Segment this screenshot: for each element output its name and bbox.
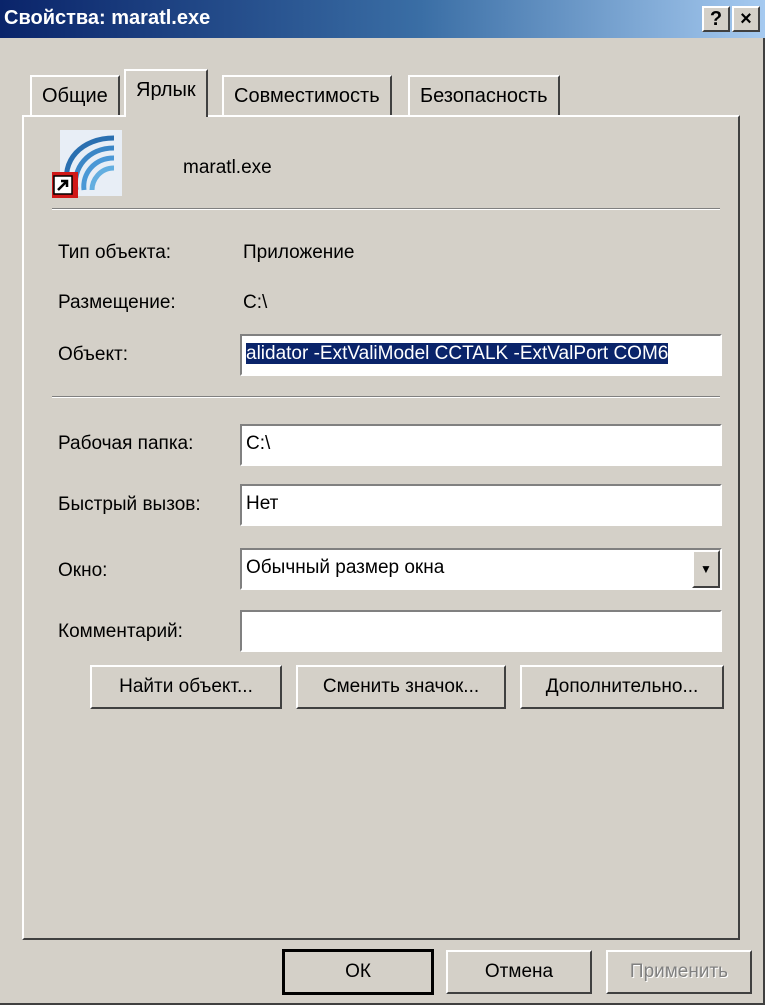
object-type-label: Тип объекта: bbox=[58, 242, 172, 263]
tab-general-label: Общие bbox=[42, 85, 108, 107]
ok-button[interactable]: ОК bbox=[282, 949, 434, 995]
advanced-label: Дополнительно... bbox=[545, 676, 699, 697]
tab-shortcut-label: Ярлык bbox=[136, 79, 196, 101]
apply-label: Применить bbox=[629, 961, 729, 982]
dropdown-arrow-button[interactable]: ▼ bbox=[692, 550, 720, 588]
target-value: alidator -ExtValiModel CCTALK -ExtValPor… bbox=[246, 343, 669, 364]
shortcut-tab-panel bbox=[22, 115, 740, 940]
tab-compatibility[interactable]: Совместимость bbox=[222, 75, 392, 115]
cancel-button[interactable]: Отмена bbox=[446, 950, 592, 994]
workdir-value: C:\ bbox=[246, 433, 271, 454]
tab-compatibility-label: Совместимость bbox=[234, 85, 380, 107]
shortcut-name: maratl.exe bbox=[183, 157, 272, 178]
ok-label: ОК bbox=[345, 961, 371, 982]
properties-dialog: Свойства: maratl.exe ? × Общие Ярлык Сов… bbox=[0, 0, 765, 1005]
change-icon-button[interactable]: Сменить значок... bbox=[296, 665, 506, 709]
question-icon: ? bbox=[709, 8, 723, 30]
tab-security[interactable]: Безопасность bbox=[408, 75, 560, 115]
chevron-down-icon: ▼ bbox=[700, 562, 712, 576]
apply-button[interactable]: Применить bbox=[606, 950, 752, 994]
object-type-value: Приложение bbox=[243, 242, 355, 263]
advanced-button[interactable]: Дополнительно... bbox=[520, 665, 724, 709]
maratl-app-icon bbox=[52, 130, 122, 198]
window-mode-label: Окно: bbox=[58, 560, 108, 581]
workdir-input[interactable]: C:\ bbox=[240, 424, 722, 466]
location-label: Размещение: bbox=[58, 292, 176, 313]
hotkey-input[interactable]: Нет bbox=[240, 484, 722, 526]
target-label: Объект: bbox=[58, 344, 128, 365]
separator bbox=[52, 208, 720, 210]
location-value: C:\ bbox=[243, 292, 268, 313]
change-icon-label: Сменить значок... bbox=[322, 676, 480, 697]
tab-shortcut[interactable]: Ярлык bbox=[124, 69, 208, 117]
window-title: Свойства: maratl.exe bbox=[4, 7, 211, 29]
hotkey-value: Нет bbox=[246, 493, 279, 514]
tab-general[interactable]: Общие bbox=[30, 75, 120, 115]
comment-label: Комментарий: bbox=[58, 621, 183, 642]
find-target-label: Найти объект... bbox=[119, 676, 253, 697]
separator bbox=[52, 396, 720, 398]
target-input[interactable]: alidator -ExtValiModel CCTALK -ExtValPor… bbox=[240, 334, 722, 376]
window-mode-value: Обычный размер окна bbox=[246, 557, 445, 578]
find-target-button[interactable]: Найти объект... bbox=[90, 665, 282, 709]
comment-input[interactable] bbox=[240, 610, 722, 652]
title-bar[interactable]: Свойства: maratl.exe ? × bbox=[0, 0, 765, 38]
window-mode-select[interactable]: Обычный размер окна ▼ bbox=[240, 548, 722, 590]
help-button[interactable]: ? bbox=[702, 6, 730, 32]
hotkey-label: Быстрый вызов: bbox=[58, 494, 201, 515]
tab-security-label: Безопасность bbox=[420, 85, 548, 107]
close-button[interactable]: × bbox=[732, 6, 760, 32]
cancel-label: Отмена bbox=[484, 961, 554, 982]
close-icon: × bbox=[740, 8, 752, 30]
workdir-label: Рабочая папка: bbox=[58, 433, 194, 454]
